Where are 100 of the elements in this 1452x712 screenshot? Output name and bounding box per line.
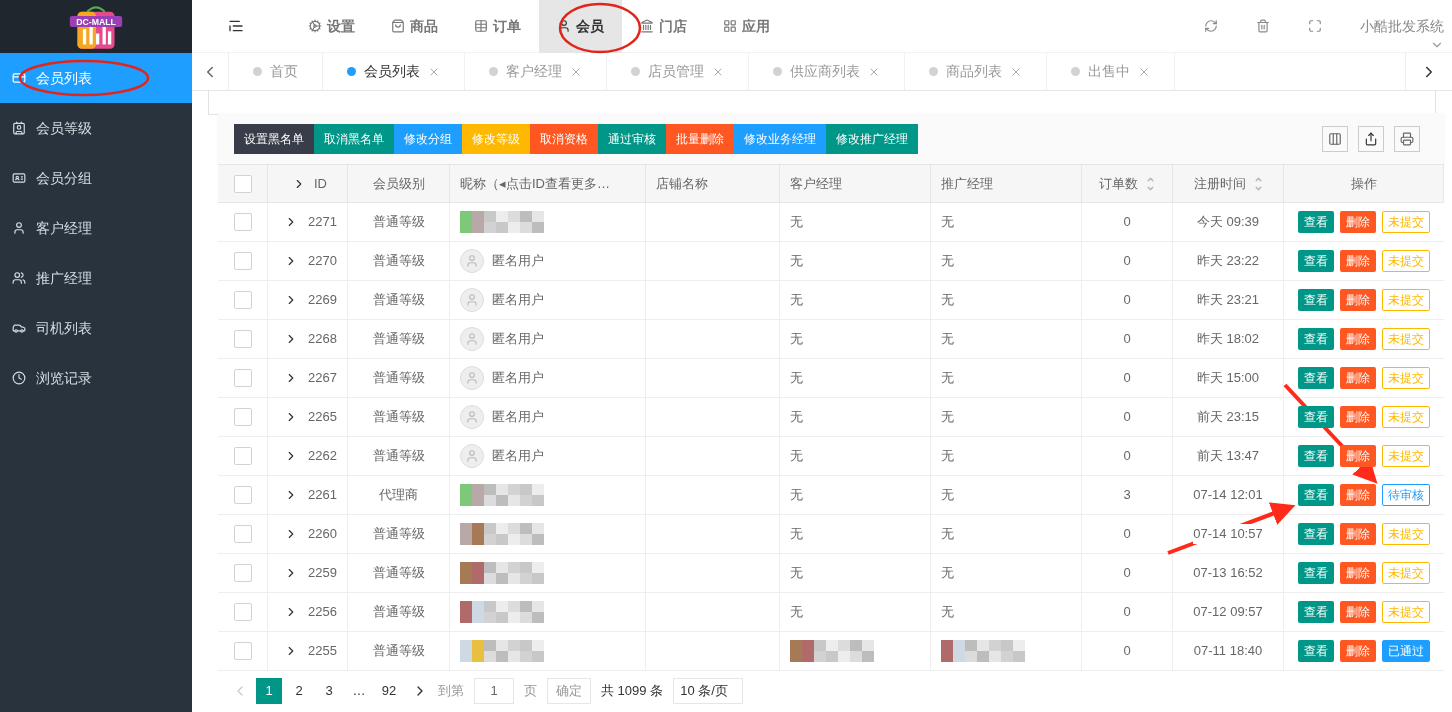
sidebar-item[interactable]: 会员列表 — [0, 53, 192, 103]
id-text[interactable]: 2262 — [308, 446, 337, 466]
user-menu[interactable]: 小酷批发系统 — [1360, 15, 1444, 37]
top-menu-item[interactable]: 会员 — [539, 0, 622, 53]
toolbar-button[interactable]: 通过审核 — [598, 123, 666, 154]
trash-icon[interactable] — [1256, 19, 1270, 33]
view-button[interactable]: 查看 — [1298, 250, 1334, 272]
confirm-button[interactable]: 确定 — [547, 677, 591, 704]
row-checkbox[interactable] — [233, 642, 252, 660]
print-button[interactable] — [1394, 125, 1420, 152]
delete-button[interactable]: 删除 — [1340, 640, 1376, 662]
status-button[interactable]: 待审核 — [1382, 484, 1430, 506]
page-tab[interactable]: 店员管理 — [607, 53, 749, 90]
top-menu-item[interactable]: 设置 — [290, 0, 373, 53]
id-text[interactable]: 2261 — [308, 485, 337, 505]
column-header: 操作 — [1350, 174, 1377, 193]
page-tab[interactable]: 客户经理 — [465, 53, 607, 90]
columns-button[interactable] — [1322, 125, 1348, 152]
view-button[interactable]: 查看 — [1298, 289, 1334, 311]
id-text[interactable]: 2255 — [308, 641, 337, 661]
toolbar-button[interactable]: 批量删除 — [666, 123, 734, 154]
view-button[interactable]: 查看 — [1298, 484, 1334, 506]
row-checkbox[interactable] — [233, 291, 252, 309]
row-checkbox[interactable] — [233, 330, 252, 348]
delete-button[interactable]: 删除 — [1340, 484, 1376, 506]
row-checkbox[interactable] — [233, 408, 252, 426]
delete-button[interactable]: 删除 — [1340, 445, 1376, 467]
id-text[interactable]: 2260 — [308, 524, 337, 544]
delete-button[interactable]: 删除 — [1340, 211, 1376, 233]
sidebar-item[interactable]: 司机列表 — [0, 303, 192, 353]
export-button[interactable] — [1358, 125, 1384, 152]
view-button[interactable]: 查看 — [1298, 640, 1334, 662]
view-button[interactable]: 查看 — [1298, 445, 1334, 467]
row-checkbox[interactable] — [233, 447, 252, 465]
row-checkbox[interactable] — [233, 486, 252, 504]
top-menu-item[interactable]: 门店 — [622, 0, 705, 53]
id-text[interactable]: 2270 — [308, 251, 337, 271]
toolbar-button[interactable]: 修改推广经理 — [826, 123, 918, 154]
row-checkbox[interactable] — [233, 603, 252, 621]
page-number[interactable]: 1 — [256, 677, 282, 704]
id-text[interactable]: 2269 — [308, 290, 337, 310]
fullscreen-icon[interactable] — [1308, 19, 1322, 33]
row-checkbox[interactable] — [233, 252, 252, 270]
view-button[interactable]: 查看 — [1298, 523, 1334, 545]
delete-button[interactable]: 删除 — [1340, 562, 1376, 584]
menu-icon[interactable] — [228, 18, 244, 34]
page-tab[interactable]: 出售中 — [1047, 53, 1175, 90]
sidebar-item[interactable]: 客户经理 — [0, 203, 192, 253]
page-tab[interactable]: 供应商列表 — [749, 53, 905, 90]
delete-button[interactable]: 删除 — [1340, 406, 1376, 428]
page-tab[interactable]: 商品列表 — [905, 53, 1047, 90]
row-checkbox[interactable] — [233, 564, 252, 582]
view-button[interactable]: 查看 — [1298, 562, 1334, 584]
page-number[interactable]: 92 — [376, 677, 402, 704]
row-checkbox[interactable] — [233, 369, 252, 387]
view-button[interactable]: 查看 — [1298, 211, 1334, 233]
column-header[interactable]: 注册时间 — [1193, 173, 1246, 194]
column-header[interactable]: 订单数 — [1099, 173, 1138, 194]
page-tab[interactable]: 首页 — [229, 53, 323, 90]
page-input[interactable]: 1 — [474, 677, 514, 704]
view-button[interactable]: 查看 — [1298, 367, 1334, 389]
delete-button[interactable]: 删除 — [1340, 328, 1376, 350]
id-text[interactable]: 2271 — [308, 212, 337, 232]
toolbar-button[interactable]: 修改业务经理 — [734, 123, 826, 154]
top-menu-item[interactable]: 订单 — [456, 0, 539, 53]
delete-button[interactable]: 删除 — [1340, 523, 1376, 545]
page-number[interactable]: 2 — [286, 677, 312, 704]
status-button[interactable]: 已通过 — [1382, 640, 1430, 662]
select-all-checkbox[interactable] — [233, 174, 252, 193]
id-text[interactable]: 2267 — [308, 368, 337, 388]
page-tab[interactable]: 会员列表 — [323, 53, 465, 90]
page-size-select[interactable]: 10 条/页 — [673, 677, 744, 704]
page-number[interactable]: 3 — [316, 677, 342, 704]
delete-button[interactable]: 删除 — [1340, 601, 1376, 623]
sidebar-item[interactable]: 浏览记录 — [0, 353, 192, 403]
id-text[interactable]: 2268 — [308, 329, 337, 349]
toolbar-button[interactable]: 修改分组 — [394, 123, 462, 154]
toolbar-button[interactable]: 设置黑名单 — [234, 123, 314, 154]
cell-text: 0 — [1123, 291, 1131, 310]
row-checkbox[interactable] — [233, 525, 252, 543]
view-button[interactable]: 查看 — [1298, 601, 1334, 623]
page-number[interactable]: … — [346, 677, 372, 704]
id-text[interactable]: 2265 — [308, 407, 337, 427]
id-text[interactable]: 2256 — [308, 602, 337, 622]
toolbar-button[interactable]: 取消资格 — [530, 123, 598, 154]
top-menu-item[interactable]: 应用 — [705, 0, 788, 53]
toolbar-button[interactable]: 取消黑名单 — [314, 123, 394, 154]
refresh-icon[interactable] — [1204, 19, 1218, 33]
view-button[interactable]: 查看 — [1298, 328, 1334, 350]
top-menu-item[interactable]: 商品 — [373, 0, 456, 53]
sidebar-item[interactable]: 会员等级 — [0, 103, 192, 153]
delete-button[interactable]: 删除 — [1340, 250, 1376, 272]
id-text[interactable]: 2259 — [308, 563, 337, 583]
row-checkbox[interactable] — [233, 213, 252, 231]
cell-text: 0 — [1123, 330, 1131, 349]
delete-button[interactable]: 删除 — [1340, 289, 1376, 311]
delete-button[interactable]: 删除 — [1340, 367, 1376, 389]
sidebar-item[interactable]: 会员分组 — [0, 153, 192, 203]
view-button[interactable]: 查看 — [1298, 406, 1334, 428]
sidebar-item[interactable]: 推广经理 — [0, 253, 192, 303]
